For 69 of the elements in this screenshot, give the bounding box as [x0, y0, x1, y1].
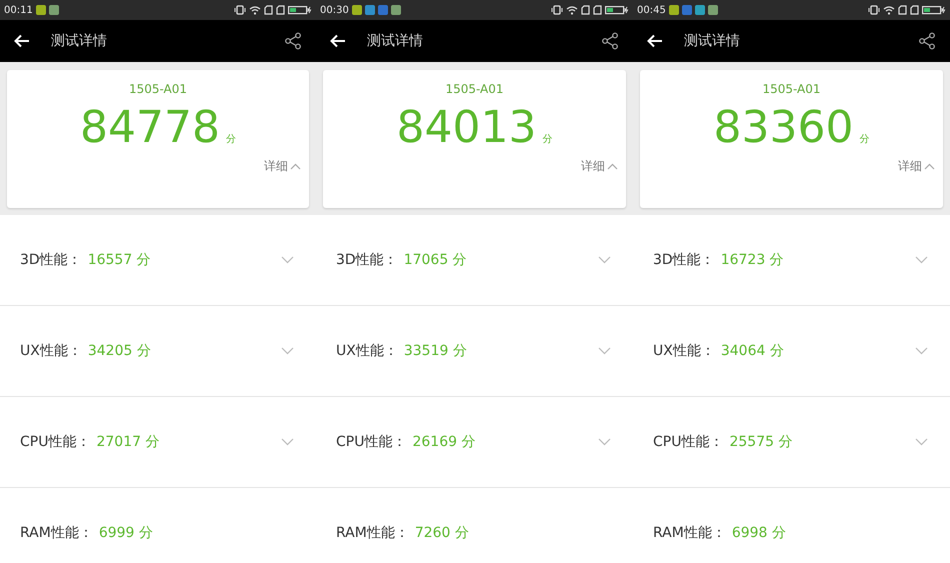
chevron-down-icon[interactable] [915, 256, 928, 264]
row-score: 25575 分 [729, 433, 792, 451]
battery-icon [288, 5, 312, 15]
chevron-down-icon[interactable] [915, 438, 928, 446]
chevron-down-icon[interactable] [915, 347, 928, 355]
back-arrow-icon[interactable] [14, 34, 30, 48]
details-link[interactable]: 详细 [581, 158, 605, 175]
row-score: 16723 分 [720, 251, 784, 269]
share-icon[interactable] [918, 32, 936, 50]
status-time: 00:45 [637, 4, 666, 16]
chevron-up-icon[interactable] [290, 163, 301, 170]
details-link[interactable]: 详细 [898, 158, 922, 175]
battery-icon [922, 5, 946, 15]
page-title: 测试详情 [51, 32, 107, 50]
chevron-down-icon[interactable] [598, 438, 611, 446]
row-score: 17065 分 [404, 251, 467, 269]
row-label: 3D性能： [653, 251, 715, 269]
page-title: 测试详情 [684, 32, 740, 50]
wifi-icon [566, 5, 578, 15]
share-icon[interactable] [284, 32, 302, 50]
vibrate-icon [234, 5, 246, 15]
device-model: 1505-A01 [128, 82, 188, 96]
row-score: 7260 分 [414, 524, 469, 542]
wifi-icon [883, 5, 895, 15]
row-label: RAM性能： [20, 524, 93, 542]
row-label: CPU性能： [336, 433, 406, 451]
device-model: 1505-A01 [445, 82, 504, 96]
row-label: CPU性能： [653, 433, 724, 451]
row-label: 3D性能： [20, 251, 82, 269]
share-icon[interactable] [601, 32, 619, 50]
chevron-down-icon[interactable] [281, 438, 294, 446]
row-label: UX性能： [336, 342, 398, 360]
vibrate-icon [551, 5, 563, 15]
row-score: 34064 分 [720, 342, 784, 360]
wifi-icon [249, 5, 261, 15]
score-unit: 分 [542, 133, 552, 146]
row-score: 6999 分 [98, 524, 153, 542]
chevron-down-icon[interactable] [281, 256, 294, 264]
status-time: 00:30 [320, 4, 349, 16]
row-score: 33519 分 [404, 342, 467, 360]
details-link[interactable]: 详细 [264, 158, 288, 175]
row-label: 3D性能： [336, 251, 398, 269]
back-arrow-icon[interactable] [330, 34, 346, 48]
row-score: 26169 分 [412, 433, 476, 451]
row-score: 16557 分 [88, 251, 151, 269]
back-arrow-icon[interactable] [647, 34, 663, 48]
row-label: RAM性能： [336, 524, 409, 542]
row-label: RAM性能： [653, 524, 726, 542]
chevron-up-icon[interactable] [924, 163, 935, 170]
row-score: 6998 分 [732, 524, 786, 542]
row-score: 27017 分 [96, 433, 160, 451]
row-label: CPU性能： [20, 433, 90, 451]
chevron-down-icon[interactable] [598, 256, 611, 264]
chevron-down-icon[interactable] [598, 347, 611, 355]
vibrate-icon [868, 5, 880, 15]
battery-icon [605, 5, 629, 15]
total-score: 84013 [396, 102, 536, 154]
total-score: 83360 [714, 102, 854, 154]
status-time: 00:11 [4, 4, 33, 16]
chevron-up-icon[interactable] [607, 163, 618, 170]
row-label: UX性能： [20, 342, 82, 360]
score-unit: 分 [226, 133, 236, 146]
score-unit: 分 [859, 133, 870, 146]
total-score: 84778 [80, 102, 220, 154]
chevron-down-icon[interactable] [281, 347, 294, 355]
page-title: 测试详情 [367, 32, 423, 50]
device-model: 1505-A01 [762, 82, 821, 96]
row-score: 34205 分 [88, 342, 151, 360]
row-label: UX性能： [653, 342, 715, 360]
